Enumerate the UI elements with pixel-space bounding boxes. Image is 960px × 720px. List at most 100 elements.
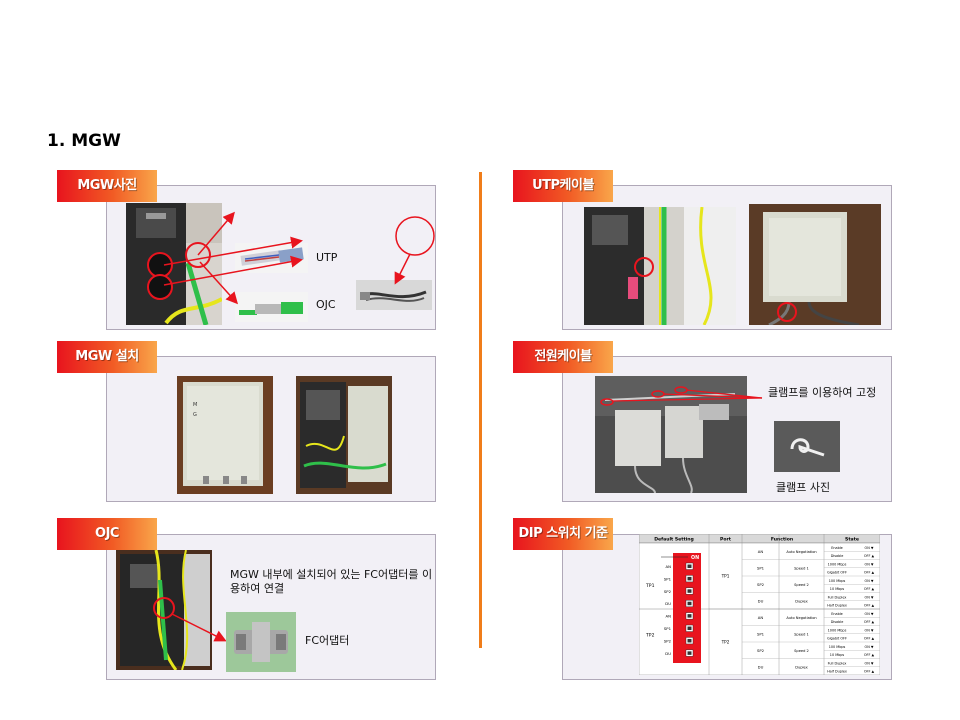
ojc-connector-photo [235, 292, 308, 322]
section-tag-ojc: OJC [57, 518, 157, 550]
state-label: Enable [831, 612, 843, 616]
table-header-2: Function [771, 537, 793, 543]
state-label: 10 Mbps [830, 587, 845, 591]
utp-cable-photo-2 [749, 204, 881, 325]
switch-code: SP1 [757, 565, 765, 570]
dip-switch-label-7: DU [665, 651, 671, 656]
dip-switch-label-1: SP1 [664, 576, 672, 581]
clamp-photo [774, 421, 840, 472]
state-value: OFF ▲ [864, 587, 875, 591]
switch-code: DU [758, 598, 764, 603]
ojc-label: OJC [316, 298, 336, 311]
function-name: Speed 1 [794, 566, 809, 570]
dip-switch-toggle [687, 651, 692, 655]
function-name: Speed 2 [794, 649, 809, 653]
table-header-0: Default Setting [654, 537, 694, 543]
utp-connector-photo [235, 243, 308, 273]
port-label-0: TP1 [721, 574, 730, 579]
state-label: 100 Mbps [829, 579, 846, 583]
dip-switch-toggle [687, 576, 692, 581]
dip-switch-label-5: SP1 [664, 626, 672, 631]
dip-switch-label-6: SP2 [664, 638, 672, 643]
state-value: OFF ▲ [864, 604, 875, 608]
mgw-install-closed-photo: M G [177, 376, 273, 494]
dip-switch-table: Default Setting Port Function State TP1 TP2 AN… [639, 534, 880, 675]
table-header-3: State [845, 537, 859, 543]
state-value: OFF ▲ [864, 653, 875, 657]
state-label: Half Duplex [827, 604, 847, 608]
dip-switch-toggle [687, 589, 692, 593]
state-value: ON ▼ [865, 661, 874, 665]
section-tag-dip-switch: DIP 스위치 기준 [513, 518, 613, 550]
state-label: 10 Mbps [830, 653, 845, 657]
dip-group-label-1: TP2 [645, 632, 655, 638]
dip-group-label-0: TP1 [645, 583, 655, 589]
switch-code: AN [758, 615, 764, 620]
function-name: Speed 2 [794, 583, 809, 587]
ojc-description: MGW 내부에 설치되어 있는 FC어댑터를 이용하여 연결 [230, 568, 433, 595]
utp-cable-photo-1 [584, 207, 736, 325]
column-divider [479, 172, 482, 648]
state-value: ON ▼ [865, 612, 874, 616]
state-label: 1000 Mbps [828, 562, 847, 566]
state-label: Disable [831, 620, 844, 624]
state-value: OFF ▲ [864, 637, 875, 641]
cable-photo [356, 280, 432, 310]
port-label-1: TP2 [721, 640, 730, 645]
dip-switch-toggle [687, 601, 692, 606]
state-value: OFF ▲ [864, 554, 875, 558]
state-label: Full Duplex [828, 661, 847, 665]
function-name: Duplex [795, 665, 808, 669]
dip-switch-on-label: ON [691, 555, 699, 561]
state-value: ON ▼ [865, 562, 874, 566]
utp-label: UTP [316, 251, 338, 264]
state-label: 100 Mbps [829, 645, 846, 649]
function-name: Auto Negotiation [786, 550, 816, 554]
state-value: OFF ▲ [864, 620, 875, 624]
power-cable-description: 클램프를 이용하여 고정 [768, 386, 877, 399]
state-value: ON ▼ [865, 645, 874, 649]
state-value: ON ▼ [865, 546, 874, 550]
function-name: Speed 1 [794, 632, 809, 636]
mgw-photo [126, 203, 222, 325]
dip-switch-toggle [687, 638, 692, 643]
state-label: Gigabit OFF [827, 571, 847, 575]
svg-text:G: G [193, 412, 197, 418]
section-tag-mgw-photo: MGW사진 [57, 170, 157, 202]
dip-switch-toggle [687, 564, 692, 568]
state-label: Full Duplex [828, 595, 847, 599]
function-name: Auto Negotiation [786, 616, 816, 620]
dip-switch-label-3: DU [665, 601, 671, 606]
section-tag-utp-cable: UTP케이블 [513, 170, 613, 202]
page-title: 1. MGW [47, 131, 121, 151]
dip-switch-label-4: AN [666, 614, 672, 619]
dip-switch-label-0: AN [666, 564, 672, 569]
fc-adapter-photo [226, 612, 296, 672]
state-label: Enable [831, 546, 843, 550]
state-label: Disable [831, 554, 844, 558]
svg-text:M: M [193, 402, 197, 408]
state-value: OFF ▲ [864, 571, 875, 575]
dip-switch-label-2: SP2 [664, 589, 672, 594]
switch-code: DU [758, 664, 764, 669]
section-tag-mgw-install: MGW 설치 [57, 341, 157, 373]
switch-code: SP2 [757, 648, 765, 653]
section-tag-power-cable: 전원케이블 [513, 341, 613, 373]
power-cable-photo [595, 376, 747, 493]
state-label: Gigabit OFF [827, 637, 847, 641]
dip-switch-toggle [687, 614, 692, 618]
switch-code: SP1 [757, 631, 765, 636]
state-label: Half Duplex [827, 670, 847, 674]
ojc-inside-photo [116, 550, 212, 670]
clamp-label: 클램프 사진 [776, 481, 831, 494]
mgw-install-open-photo [296, 376, 392, 494]
dip-switch-toggle [687, 626, 692, 631]
function-name: Duplex [795, 599, 808, 603]
state-value: OFF ▲ [864, 670, 875, 674]
switch-code: AN [758, 549, 764, 554]
table-header-1: Port [720, 537, 732, 543]
state-value: ON ▼ [865, 628, 874, 632]
state-value: ON ▼ [865, 579, 874, 583]
state-label: 1000 Mbps [828, 628, 847, 632]
state-value: ON ▼ [865, 595, 874, 599]
